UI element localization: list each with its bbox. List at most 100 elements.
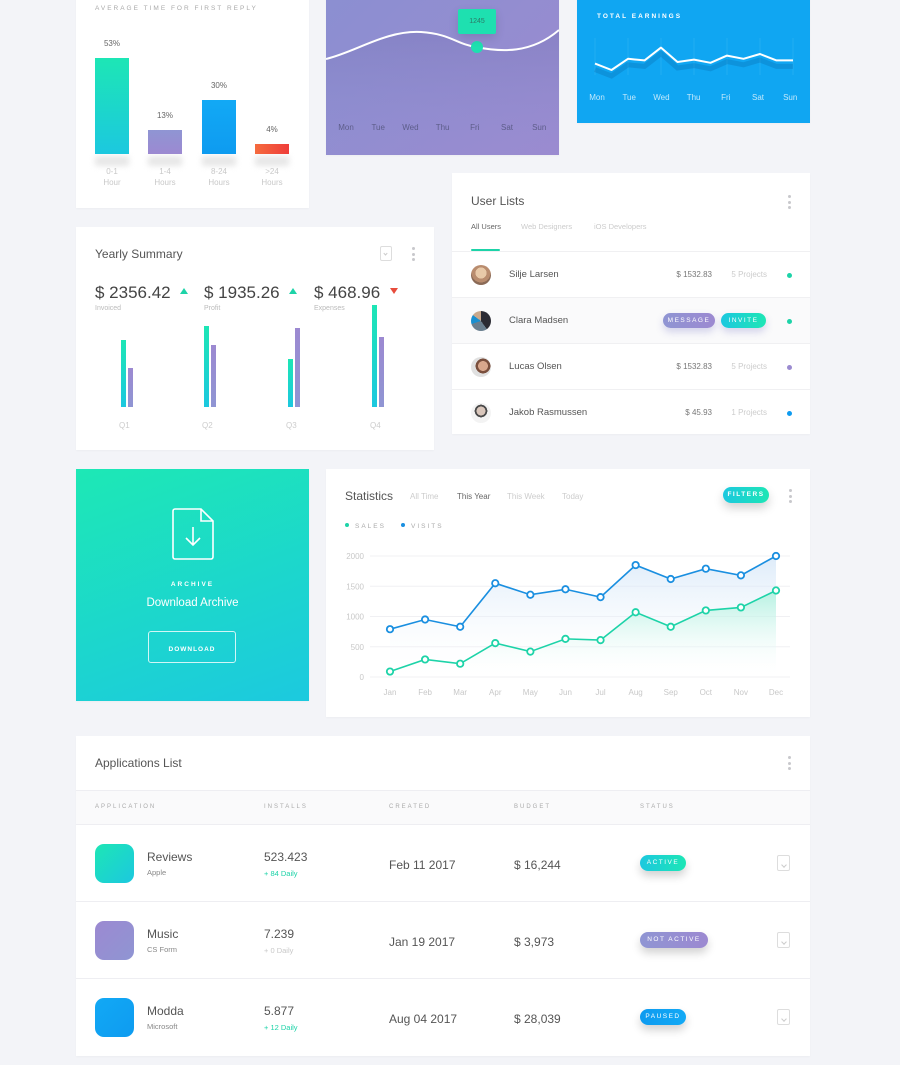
status-badge: NOT ACTIVE [640, 932, 708, 948]
weekly-highlight-point [471, 41, 483, 53]
user-projects: 5 Projects [731, 270, 767, 279]
yearly-more-icon[interactable] [411, 247, 415, 261]
tab-all-users[interactable]: All Users [471, 222, 501, 231]
table-row[interactable]: Reviews Apple 523.423 + 84 Daily Feb 11 … [76, 824, 810, 901]
download-file-icon[interactable] [777, 855, 790, 871]
table-row[interactable]: Modda Microsoft 5.877 + 12 Daily Aug 04 … [76, 978, 810, 1055]
app-created: Feb 11 2017 [389, 858, 456, 872]
first-reply-title: AVERAGE TIME FOR FIRST REPLY [95, 5, 258, 12]
stat-profit: $ 1935.26 [204, 283, 298, 303]
data-point-visits [596, 593, 605, 602]
download-file-icon[interactable] [380, 246, 392, 261]
y-tick-label: 0 [360, 673, 365, 682]
app-icon [95, 921, 134, 960]
stat-label: Profit [204, 305, 221, 312]
table-row[interactable]: Music CS Form 7.239 + 0 Daily Jan 19 201… [76, 901, 810, 978]
user-name: Jakob Rasmussen [509, 407, 588, 418]
yearly-summary-title: Yearly Summary [95, 247, 183, 261]
app-name: Reviews [147, 850, 193, 864]
x-tick-label: Sat [751, 93, 764, 102]
column-installs: INSTALLS [264, 804, 308, 810]
tooltip-value: 1245 [469, 18, 485, 25]
data-point-visits [420, 615, 430, 624]
download-file-icon[interactable] [777, 932, 790, 948]
x-tick-label: Wed [653, 93, 670, 102]
bar [288, 359, 293, 407]
user-lists-title: User Lists [471, 194, 525, 208]
user-row[interactable]: Jakob Rasmussen $ 45.93 1 Projects [452, 389, 810, 435]
bar-category-label: 1-4 Hours [154, 167, 176, 187]
applications-more-icon[interactable] [787, 756, 791, 770]
bar [204, 325, 209, 407]
bar-value-label: 30% [210, 80, 227, 90]
stat-label: Expenses [314, 305, 345, 312]
tab-web-designers[interactable]: Web Designers [521, 222, 572, 231]
data-point-visits [456, 622, 465, 631]
data-point-sales [385, 667, 395, 676]
avatar [471, 357, 491, 377]
x-tick-label: Thu [435, 123, 450, 132]
user-name: Lucas Olsen [509, 361, 562, 372]
y-tick-label: 500 [351, 643, 365, 652]
x-tick-label: Sep [664, 688, 679, 697]
bar-shadow [148, 156, 182, 166]
bar [295, 328, 300, 407]
archive-card: ARCHIVE Download Archive DOWNLOAD [76, 469, 309, 701]
invite-button[interactable]: INVITE [721, 313, 766, 328]
app-company: Apple [147, 868, 167, 877]
app-company: Microsoft [147, 1022, 178, 1031]
x-tick-label: May [523, 688, 538, 697]
data-point-sales [420, 655, 430, 664]
x-tick-label: Aug [629, 688, 643, 697]
data-point-sales [526, 647, 535, 656]
column-application: APPLICATION [95, 804, 157, 810]
user-row[interactable]: Silje Larsen $ 1532.83 5 Projects [452, 251, 810, 297]
user-projects: 1 Projects [731, 408, 767, 417]
statistics-card: Statistics All Time This Year This Week … [326, 469, 810, 717]
bar [211, 345, 216, 407]
x-tick-label: Fri [470, 123, 480, 132]
bar-shadow [95, 156, 129, 166]
x-tick-label: Nov [734, 688, 748, 697]
x-tick-label: Mon [589, 93, 605, 102]
x-tick-label: Wed [402, 123, 419, 132]
app-installs: 7.239 [264, 927, 295, 941]
bar [379, 336, 384, 407]
x-tick-label: Q2 [202, 421, 213, 430]
app-daily: + 12 Daily [264, 1023, 298, 1032]
bar-category-label: >24 Hours [261, 167, 283, 187]
bar-value-label: 13% [156, 111, 173, 121]
data-point-sales [491, 639, 500, 648]
data-point-visits [385, 625, 395, 634]
app-budget: $ 28,039 [514, 1012, 561, 1026]
download-button[interactable]: DOWNLOAD [148, 631, 236, 663]
stat-invoiced: $ 2356.42 [95, 283, 189, 303]
data-point-visits [561, 585, 570, 594]
x-tick-label: Fri [721, 93, 731, 102]
y-tick-label: 1000 [346, 613, 364, 622]
data-point-visits [631, 560, 640, 570]
earnings-line-chart [594, 38, 794, 79]
user-projects: 5 Projects [731, 362, 767, 371]
data-point-visits [771, 551, 781, 561]
message-button[interactable]: MESSAGE [663, 313, 715, 328]
column-status: STATUS [640, 804, 675, 810]
app-name: Music [147, 927, 179, 941]
user-lists-more-icon[interactable] [787, 195, 791, 209]
user-amount: $ 1532.83 [676, 270, 712, 279]
x-tick-label: Oct [700, 688, 713, 697]
column-budget: BUDGET [514, 804, 552, 810]
status-badge: PAUSED [640, 1009, 686, 1025]
x-tick-label: Dec [769, 688, 783, 697]
avatar [471, 403, 491, 423]
trend-up-icon [289, 288, 298, 294]
archive-caption: ARCHIVE [170, 581, 215, 588]
download-file-icon[interactable] [777, 1009, 790, 1025]
app-budget: $ 3,973 [514, 935, 555, 949]
user-row[interactable]: Lucas Olsen $ 1532.83 5 Projects [452, 343, 810, 389]
x-tick-label: Jun [559, 688, 572, 697]
user-row[interactable]: Clara Madsen MESSAGE INVITE [452, 297, 810, 343]
bar-value-label: 53% [103, 39, 120, 48]
tab-ios-developers[interactable]: iOS Developers [594, 222, 647, 231]
data-point-sales [771, 586, 781, 595]
